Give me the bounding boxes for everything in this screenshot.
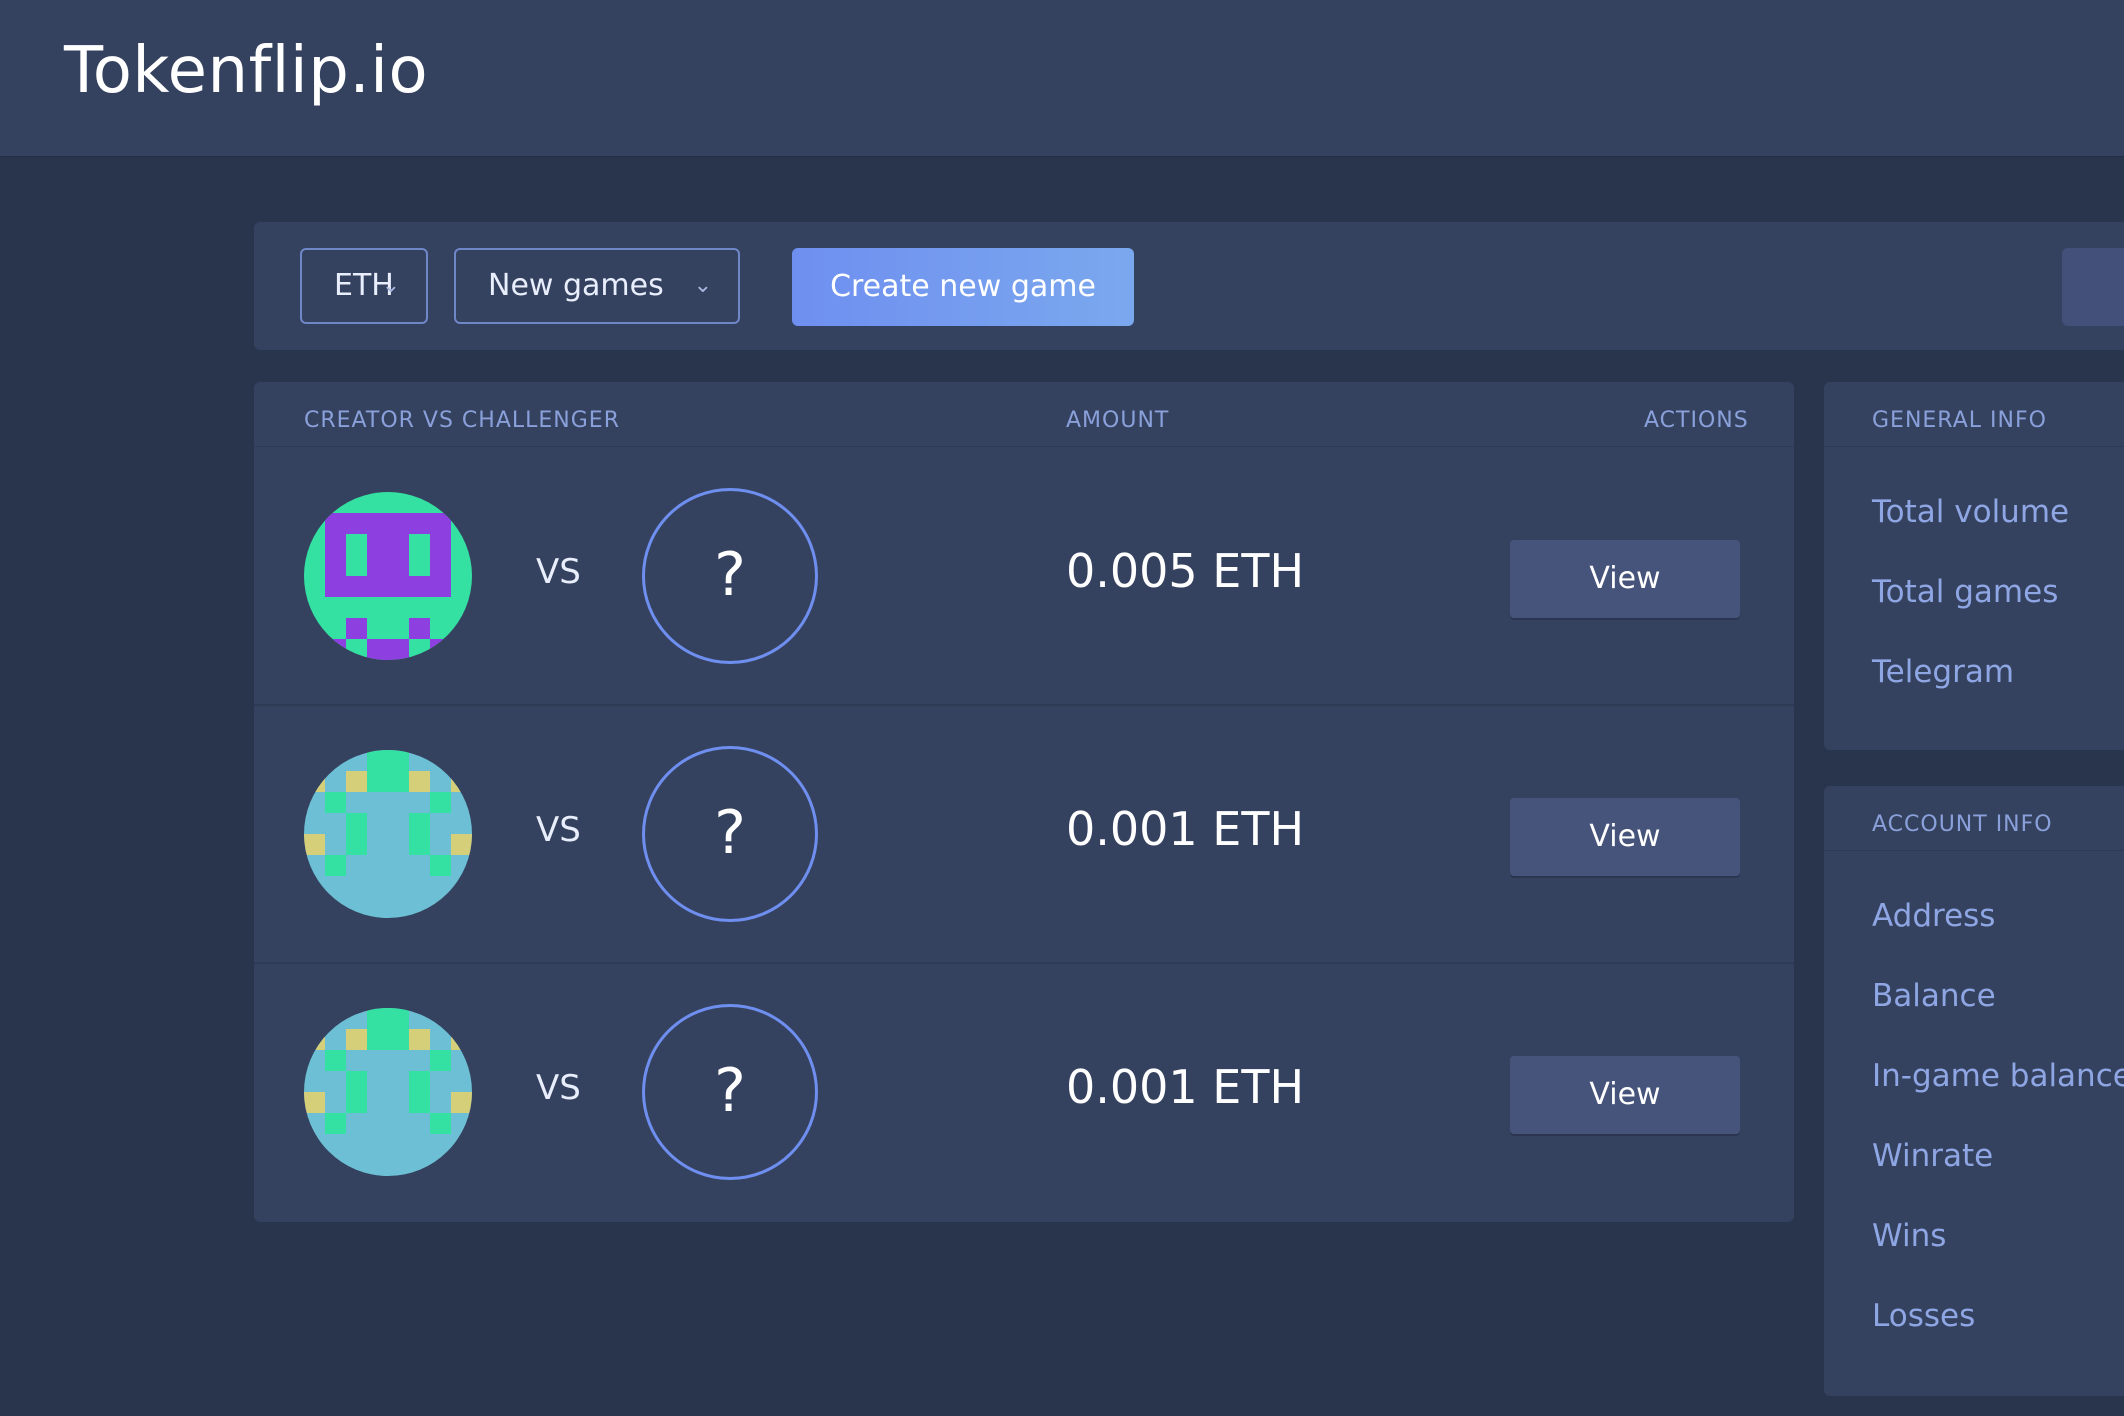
panel-header-divider [1824,446,2124,447]
chevron-down-icon: ⌄ [381,273,400,298]
challenger-placeholder[interactable]: ? [642,1004,818,1180]
view-game-button[interactable]: View [1510,1056,1740,1134]
question-mark-icon: ? [714,540,746,610]
game-amount: 0.005 ETH [1066,544,1305,598]
game-amount: 0.001 ETH [1066,802,1305,856]
games-table: CREATOR VS CHALLENGER AMOUNT ACTIONS VS [254,382,1794,1222]
identicon-avatar [304,1008,472,1176]
creator-avatar[interactable] [304,750,472,918]
versus-label: VS [536,810,581,850]
challenger-placeholder[interactable]: ? [642,746,818,922]
versus-label: VS [536,1068,581,1108]
total-games-label: Total games [1872,574,2059,610]
top-bar: Tokenflip.io [0,0,2124,157]
view-game-button[interactable]: View [1510,798,1740,876]
game-filter-select[interactable]: New games ⌄ [454,248,740,324]
creator-avatar[interactable] [304,1008,472,1176]
header-divider [254,446,1794,447]
table-row: VS ? 0.001 ETH View [254,964,1794,1222]
challenger-placeholder[interactable]: ? [642,488,818,664]
chevron-down-icon: ⌄ [693,273,712,298]
creator-avatar[interactable] [304,492,472,660]
account-info-title: ACCOUNT INFO [1872,812,2053,837]
games-toolbar: ETH ⌄ New games ⌄ Create new game [254,222,2124,350]
column-header-actions: ACTIONS [1644,408,1749,433]
general-info-title: GENERAL INFO [1872,408,2047,433]
total-volume-label: Total volume [1872,494,2070,530]
game-amount: 0.001 ETH [1066,1060,1305,1114]
toolbar-right-button[interactable] [2062,248,2124,326]
game-filter-select-value: New games [488,268,664,303]
wins-label: Wins [1872,1218,1947,1254]
balance-label: Balance [1872,978,1996,1014]
identicon-avatar [304,750,472,918]
view-game-button[interactable]: View [1510,540,1740,618]
column-header-players: CREATOR VS CHALLENGER [304,408,620,433]
site-logo[interactable]: Tokenflip.io [64,34,428,108]
table-row: VS ? 0.005 ETH View [254,448,1794,706]
question-mark-icon: ? [714,798,746,868]
currency-select[interactable]: ETH ⌄ [300,248,428,324]
table-row: VS ? 0.001 ETH View [254,706,1794,964]
question-mark-icon: ? [714,1056,746,1126]
losses-label: Losses [1872,1298,1976,1334]
in-game-balance-label: In-game balance [1872,1058,2124,1094]
create-new-game-button[interactable]: Create new game [792,248,1134,326]
panel-header-divider [1824,850,2124,851]
account-info-panel: ACCOUNT INFO Address Balance In-game bal… [1824,786,2124,1396]
general-info-panel: GENERAL INFO Total volume Total games Te… [1824,382,2124,750]
column-header-amount: AMOUNT [1066,408,1170,433]
versus-label: VS [536,552,581,592]
winrate-label: Winrate [1872,1138,1994,1174]
telegram-link[interactable]: Telegram [1872,654,2014,690]
identicon-avatar [304,492,472,660]
address-label: Address [1872,898,1996,934]
